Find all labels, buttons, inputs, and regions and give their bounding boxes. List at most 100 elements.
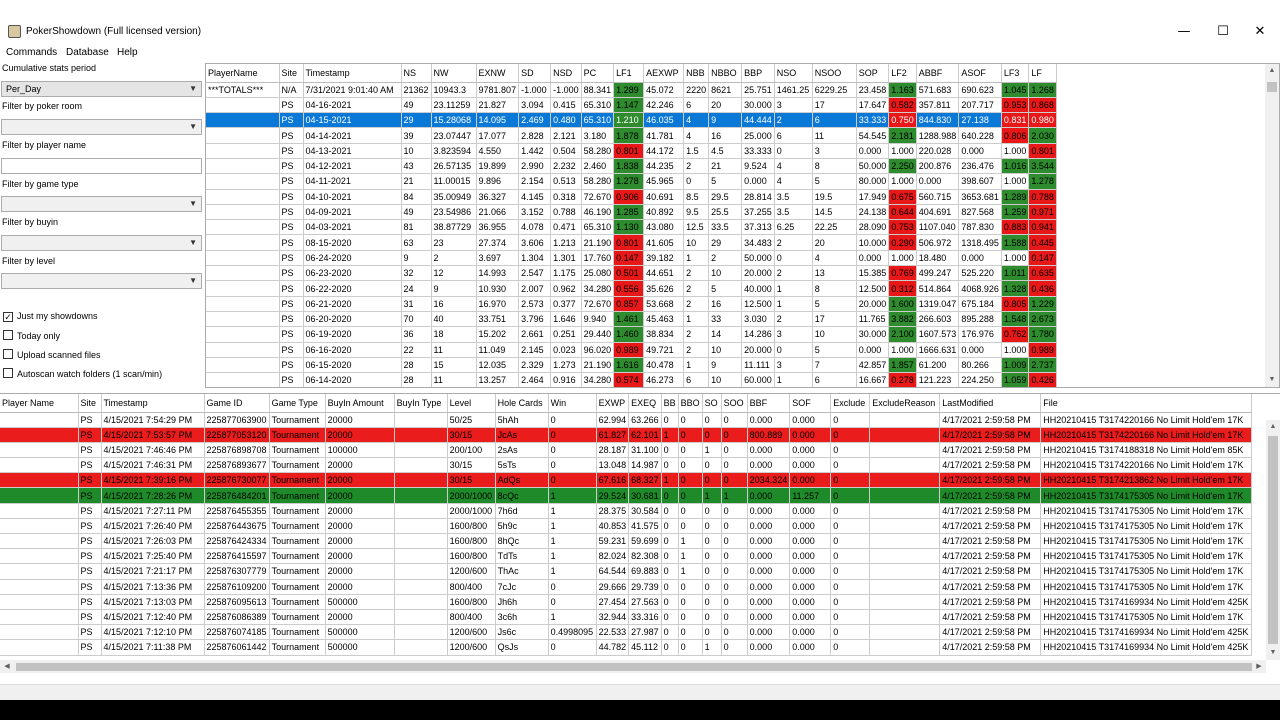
hands-horizontal-scrollbar[interactable]: ◀ ▶ [0, 660, 1266, 673]
stats-row[interactable]: PS 04-15-2021 29 15.28068 14.095 2.469 0.480 65… [206, 112, 1057, 129]
column-header-exnw[interactable]: EXNW [476, 64, 520, 83]
stats-row[interactable]: PS 04-11-2021 21 11.00015 9.896 2.154 0.513 58.… [206, 173, 1057, 190]
column-header-win[interactable]: Win [548, 394, 597, 413]
minimize-button[interactable]: — [1164, 22, 1204, 42]
hand-row[interactable]: PS 4/15/2021 7:39:16 PM 225876730077 Tourna… [0, 472, 1253, 489]
scroll-thumb[interactable] [16, 663, 1252, 671]
column-header-bb[interactable]: BB [661, 394, 679, 413]
player-input[interactable] [1, 158, 202, 174]
column-header-playername[interactable]: PlayerName [206, 64, 280, 83]
column-header-so[interactable]: SO [702, 394, 722, 413]
scroll-up-icon[interactable]: ▲ [1265, 64, 1279, 78]
scroll-down-icon[interactable]: ▼ [1265, 373, 1279, 387]
column-header-lf3[interactable]: LF3 [1001, 64, 1030, 83]
stats-row[interactable]: PS 06-24-2020 9 2 3.697 1.304 1.301 17.760 0.147… [206, 250, 1057, 267]
column-header-bbo[interactable]: BBO [678, 394, 703, 413]
hand-row[interactable]: PS 4/15/2021 7:13:36 PM 225876109200 Tourna… [0, 579, 1253, 595]
column-header-game-id[interactable]: Game ID [204, 394, 270, 413]
hand-row[interactable]: PS 4/15/2021 7:26:40 PM 225876443675 Tourna… [0, 518, 1253, 535]
column-header-sop[interactable]: SOP [856, 64, 890, 83]
column-header-exwp[interactable]: EXWP [596, 394, 630, 413]
column-header-exclude[interactable]: Exclude [830, 394, 871, 413]
menu-database[interactable]: Database [66, 47, 109, 58]
column-header-lf2[interactable]: LF2 [888, 64, 917, 83]
buyin-select[interactable]: ▼ [1, 235, 202, 251]
period-select[interactable]: Per_Day ▼ [1, 81, 202, 97]
stats-row[interactable]: PS 04-13-2021 10 3.823594 4.550 1.442 0.504 58.… [206, 143, 1057, 159]
hand-row[interactable]: PS 4/15/2021 7:46:46 PM 225876898708 Tourna… [0, 442, 1253, 459]
column-header-exeq[interactable]: EXEQ [628, 394, 662, 413]
stats-row[interactable]: PS 04-10-2021 84 35.00949 36.327 4.145 0.318 72… [206, 189, 1057, 205]
column-header-nsoo[interactable]: NSOO [812, 64, 857, 83]
column-header-lastmodified[interactable]: LastModified [939, 394, 1042, 413]
scroll-left-icon[interactable]: ◀ [0, 660, 14, 673]
column-header-file[interactable]: File [1040, 394, 1253, 413]
column-header-aexwp[interactable]: AEXWP [643, 64, 685, 83]
column-header-player-name[interactable]: Player Name [0, 394, 79, 413]
column-header-nsd[interactable]: NSD [550, 64, 582, 83]
hand-row[interactable]: PS 4/15/2021 7:26:03 PM 225876424334 Tourna… [0, 533, 1253, 550]
stats-row[interactable]: PS 06-21-2020 31 16 16.970 2.573 0.377 72.670 0.… [206, 296, 1057, 312]
hands-grid[interactable]: Player Name Site Timestamp Game ID Game Type… [0, 393, 1280, 673]
column-header-game-type[interactable]: Game Type [269, 394, 326, 413]
hand-row[interactable]: PS 4/15/2021 7:12:10 PM 225876074185 Tourna… [0, 624, 1253, 641]
scroll-thumb[interactable] [1268, 436, 1278, 644]
column-header-ns[interactable]: NS [401, 64, 432, 83]
column-header-site[interactable]: Site [279, 64, 304, 83]
autoscan-checkbox[interactable]: Autoscan watch folders (1 scan/min) [3, 368, 162, 379]
column-header-sof[interactable]: SOF [789, 394, 832, 413]
column-header-bbf[interactable]: BBF [747, 394, 791, 413]
column-header-lf[interactable]: LF [1028, 64, 1057, 83]
stats-grid[interactable]: PlayerName Site Timestamp NS NW EXNW SD NSD PC LF… [205, 63, 1280, 388]
hand-row[interactable]: PS 4/15/2021 7:25:40 PM 225876415597 Tourna… [0, 548, 1253, 565]
hand-row[interactable]: PS 4/15/2021 7:53:57 PM 225877053120 Tourna… [0, 427, 1253, 443]
column-header-nbbo[interactable]: NBBO [708, 64, 743, 83]
stats-row[interactable]: PS 06-16-2020 22 11 11.049 2.145 0.023 96.020 0.… [206, 342, 1057, 358]
column-header-timestamp[interactable]: Timestamp [101, 394, 205, 413]
stats-row[interactable]: PS 04-12-2021 43 26.57135 19.899 2.990 2.232 2.… [206, 158, 1057, 175]
stats-row[interactable]: PS 04-03-2021 81 38.87729 36.955 4.078 0.471 65… [206, 219, 1057, 236]
column-header-asof[interactable]: ASOF [958, 64, 1002, 83]
hand-row[interactable]: PS 4/15/2021 7:12:40 PM 225876086389 Tourna… [0, 609, 1253, 626]
column-header-excludereason[interactable]: ExcludeReason [869, 394, 941, 413]
hand-row[interactable]: PS 4/15/2021 7:28:26 PM 225876484201 Tourna… [0, 487, 1253, 504]
maximize-button[interactable]: ☐ [1203, 22, 1243, 42]
stats-row[interactable]: PS 06-14-2020 28 11 13.257 2.464 0.916 34.280 0.… [206, 372, 1057, 387]
column-header-buyin-amount[interactable]: BuyIn Amount [325, 394, 395, 413]
column-header-nbb[interactable]: NBB [683, 64, 710, 83]
stats-vertical-scrollbar[interactable]: ▲ ▼ [1265, 64, 1279, 387]
column-header-hole-cards[interactable]: Hole Cards [495, 394, 549, 413]
column-header-soo[interactable]: SOO [721, 394, 748, 413]
stats-row[interactable]: PS 06-20-2020 70 40 33.751 3.796 1.646 9.940 1.4… [206, 311, 1057, 328]
stats-row[interactable]: PS 06-22-2020 24 9 10.930 2.007 0.962 34.280 0.5… [206, 280, 1057, 297]
hand-row[interactable]: PS 4/15/2021 7:11:38 PM 225876061442 Tourna… [0, 639, 1253, 656]
column-header-nw[interactable]: NW [431, 64, 477, 83]
hand-row[interactable]: PS 4/15/2021 7:13:03 PM 225876095613 Tourna… [0, 594, 1253, 610]
column-header-abbf[interactable]: ABBF [916, 64, 960, 83]
hands-vertical-scrollbar[interactable]: ▲ ▼ [1266, 420, 1280, 660]
column-header-nso[interactable]: NSO [774, 64, 813, 83]
column-header-sd[interactable]: SD [518, 64, 552, 83]
scroll-up-icon[interactable]: ▲ [1266, 420, 1280, 434]
hand-row[interactable]: PS 4/15/2021 7:46:31 PM 225876893677 Tourna… [0, 457, 1253, 474]
menu-commands[interactable]: Commands [6, 47, 57, 58]
just-showdowns-checkbox[interactable]: ✓ Just my showdowns [3, 311, 98, 322]
hand-row[interactable]: PS 4/15/2021 7:21:17 PM 225876307779 Tourna… [0, 563, 1253, 580]
stats-row[interactable]: PS 06-19-2020 36 18 15.202 2.661 0.251 29.440 1.… [206, 326, 1057, 343]
gametype-select[interactable]: ▼ [1, 196, 202, 212]
stats-row[interactable]: PS 04-16-2021 49 23.11259 21.827 3.094 0.415 65… [206, 97, 1057, 114]
column-header-pc[interactable]: PC [581, 64, 615, 83]
scroll-right-icon[interactable]: ▶ [1252, 660, 1266, 673]
column-header-buyin-type[interactable]: BuyIn Type [394, 394, 448, 413]
level-select[interactable]: ▼ [1, 273, 202, 289]
column-header-lf1[interactable]: LF1 [613, 64, 645, 83]
stats-row[interactable]: PS 08-15-2020 63 23 27.374 3.606 1.213 21.190 0.… [206, 234, 1057, 251]
stats-row[interactable]: PS 06-23-2020 32 12 14.993 2.547 1.175 25.080 0.… [206, 265, 1057, 282]
stats-row[interactable]: PS 04-14-2021 39 23.07447 17.077 2.828 2.121 3.… [206, 127, 1057, 144]
column-header-level[interactable]: Level [447, 394, 496, 413]
hand-row[interactable]: PS 4/15/2021 7:27:11 PM 225876455355 Tourna… [0, 503, 1253, 519]
column-header-site[interactable]: Site [78, 394, 102, 413]
upload-scanned-checkbox[interactable]: Upload scanned files [3, 349, 101, 360]
column-header-bbp[interactable]: BBP [741, 64, 775, 83]
stats-row[interactable]: ***TOTALS*** N/A 7/31/2021 9:01:40 AM 21362… [206, 82, 1057, 98]
